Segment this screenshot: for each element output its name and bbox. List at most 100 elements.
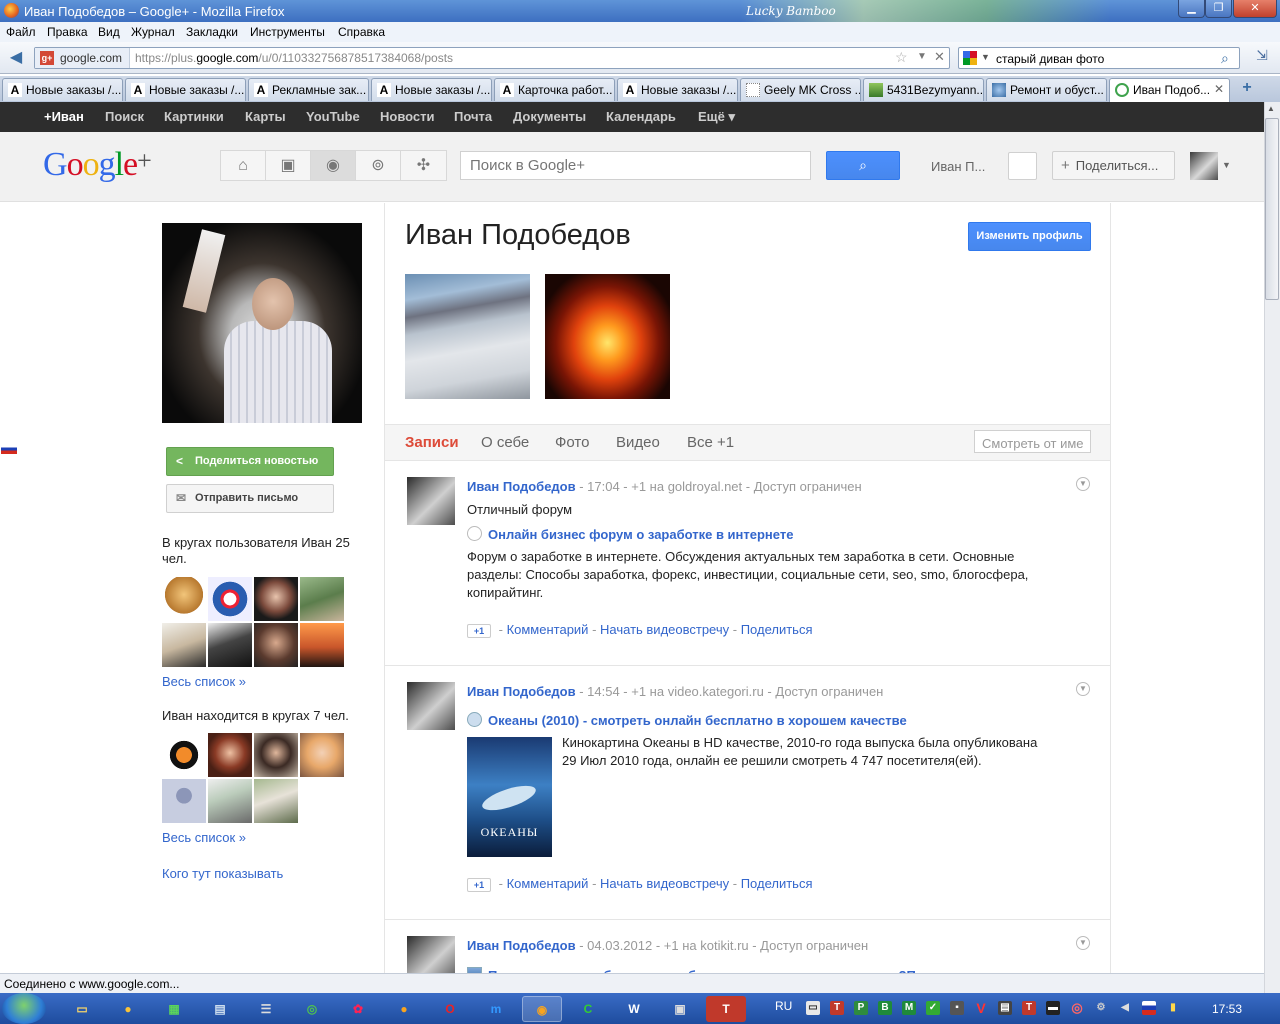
taskbar-app-icon[interactable]: ▣ [660,996,700,1022]
circle-avatar[interactable] [162,733,206,777]
tray-icon[interactable]: ▤ [998,1001,1012,1015]
circle-avatar[interactable] [300,623,344,667]
header-avatar[interactable] [1190,152,1218,180]
taskbar-opera-icon[interactable]: O [430,996,470,1022]
gbar-youtube[interactable]: YouTube [306,109,360,124]
tray-icon[interactable]: ◎ [1070,1001,1084,1015]
share-news-button[interactable]: < Поделиться новостью [166,447,334,476]
share-link[interactable]: Поделиться [741,876,813,891]
gbar-maps[interactable]: Карты [245,109,286,124]
post-link-title[interactable]: Океаны (2010) - смотреть онлайн бесплатн… [467,712,907,728]
tab-image[interactable]: 5431Bezymyann... [863,78,984,101]
menu-bookmarks[interactable]: Закладки [186,25,238,39]
gbar-plus-ivan[interactable]: +Иван [44,109,84,124]
circles-full-list-link[interactable]: Весь список » [162,674,246,689]
circle-avatar[interactable] [162,577,206,621]
tab-work-card[interactable]: A Карточка работ... [494,78,615,101]
circle-avatar[interactable] [300,733,344,777]
taskbar-app-icon[interactable]: ▦ [154,996,194,1022]
chevron-down-icon[interactable]: ▼ [1222,160,1231,170]
tray-icon[interactable]: T [1022,1001,1036,1015]
photos-icon[interactable]: ▣ [266,151,311,180]
in-circles-full-list-link[interactable]: Весь список » [162,830,246,845]
tray-icon[interactable]: B [878,1001,892,1015]
tab-orders-1[interactable]: A Новые заказы /... [2,78,123,101]
tray-icon[interactable]: ▭ [806,1001,820,1015]
profile-icon[interactable]: ◉ [311,151,356,180]
circle-avatar[interactable] [254,577,298,621]
gbar-news[interactable]: Новости [380,109,435,124]
menu-tools[interactable]: Инструменты [250,25,325,39]
taskbar-word-icon[interactable]: W [614,996,654,1022]
post-link-title[interactable]: Онлайн бизнес форум о заработке в интерн… [467,526,793,542]
url-text[interactable]: https://plus.google.com/u/0/110332756878… [135,51,453,65]
comment-link[interactable]: Комментарий [507,622,589,637]
tab-gplus-profile[interactable]: Иван Подоб... ✕ [1109,78,1230,102]
hangout-link[interactable]: Начать видеовстречу [600,622,729,637]
circles-icon[interactable]: ⊚ [356,151,401,180]
taskbar-app-icon[interactable]: m [476,996,516,1022]
gplus-search-button[interactable]: ⌕ [826,151,900,180]
gplus-logo[interactable]: Google+ [43,146,152,184]
profile-photo-glacier[interactable] [405,274,530,399]
menu-view[interactable]: Вид [98,25,120,39]
circle-avatar[interactable] [162,623,206,667]
circle-avatar[interactable] [254,779,298,823]
tab-close-icon[interactable]: ✕ [1214,82,1224,96]
menu-help[interactable]: Справка [338,25,385,39]
circle-avatar[interactable] [162,779,206,823]
notifications-button[interactable] [1008,152,1037,180]
hangout-link[interactable]: Начать видеовстречу [600,876,729,891]
comment-link[interactable]: Комментарий [507,876,589,891]
gbar-calendar[interactable]: Календарь [606,109,676,124]
header-user-name[interactable]: Иван П... [931,159,985,174]
tab-plus-ones[interactable]: Все +1 [687,434,734,451]
taskbar-app-icon[interactable]: ☰ [246,996,286,1022]
russian-flag-icon[interactable] [1142,1001,1156,1015]
url-dropdown-icon[interactable]: ▼ [917,51,927,62]
tab-geely[interactable]: Geely MK Cross ... [740,78,861,101]
post-menu-chevron-icon[interactable]: ▼ [1076,477,1090,491]
edit-profile-button[interactable]: Изменить профиль [968,222,1091,251]
tab-videos[interactable]: Видео [616,434,660,451]
tab-orders-2[interactable]: A Новые заказы /... [125,78,246,101]
gplus-search-field[interactable] [460,151,811,180]
profile-photo-fire[interactable] [545,274,670,399]
scrollbar-thumb[interactable] [1265,118,1279,300]
maximize-button[interactable]: ❐ [1205,0,1232,18]
menu-edit[interactable]: Правка [47,25,88,39]
system-clock[interactable]: 17:53 [1212,1002,1242,1016]
oceans-movie-poster[interactable]: ОКЕАНЫ [467,737,552,857]
tab-photos[interactable]: Фото [555,434,589,451]
view-as-input[interactable]: Смотреть от име [974,430,1091,453]
post-author-link[interactable]: Иван Подобедов [467,684,576,699]
web-search-box[interactable]: ▼ старый диван фото ⌕ [958,47,1240,69]
taskbar-app-icon[interactable]: T [706,996,746,1022]
tray-icon[interactable]: P [854,1001,868,1015]
games-icon[interactable]: ✣ [401,151,446,180]
tray-icon[interactable]: ⚙ [1094,1001,1108,1015]
tab-posts[interactable]: Записи [405,434,459,451]
send-message-button[interactable]: ✉ Отправить письмо [166,484,334,513]
home-icon[interactable]: ⌂ [221,151,266,180]
taskbar-app-icon[interactable]: C [568,996,608,1022]
post-author-link[interactable]: Иван Подобедов [467,479,576,494]
toolbar-extra-icon[interactable]: ⇲ [1252,47,1272,67]
tab-orders-3[interactable]: A Новые заказы /... [371,78,492,101]
circle-avatar[interactable] [208,577,252,621]
scroll-up-icon[interactable]: ▲ [1267,104,1275,113]
tray-icon[interactable]: V [974,1001,988,1015]
language-indicator[interactable]: RU [775,999,792,1013]
start-button[interactable] [2,993,46,1024]
circle-avatar[interactable] [254,623,298,667]
bookmark-star-icon[interactable]: ☆ [895,49,908,66]
close-button[interactable]: ✕ [1233,0,1277,18]
post-author-avatar[interactable] [407,477,455,525]
engine-dropdown-icon[interactable]: ▼ [981,52,990,62]
tab-orders-4[interactable]: A Новые заказы /... [617,78,738,101]
tray-icon[interactable]: ✓ [926,1001,940,1015]
gplus-search-input[interactable] [461,152,810,179]
tray-icon[interactable]: M [902,1001,916,1015]
site-identity-badge[interactable]: g+ google.com [35,48,130,68]
tab-about[interactable]: О себе [481,434,529,451]
